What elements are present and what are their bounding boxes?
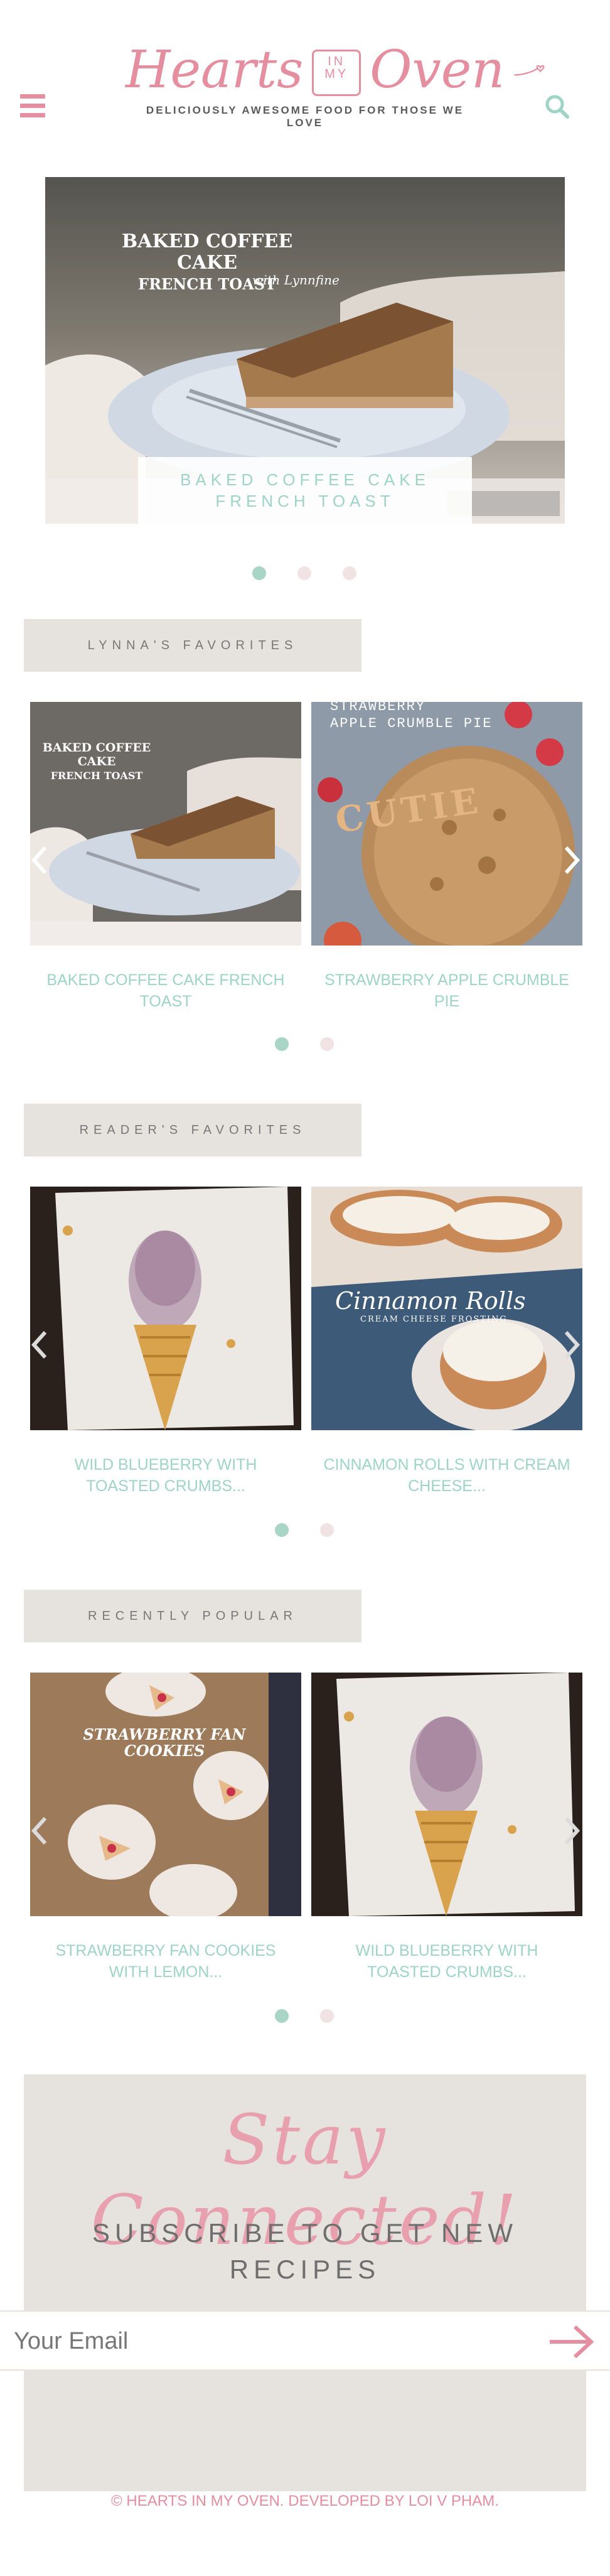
section-pagination	[275, 2009, 334, 2023]
recipe-card[interactable]: BAKED COFFEE CAKE FRENCH TOAST BAKED COF…	[30, 702, 301, 1012]
recipe-card-title[interactable]: BAKED COFFEE CAKE FRENCH TOAST	[30, 969, 301, 1012]
section-dot-2[interactable]	[320, 2009, 334, 2023]
recipe-card-image-text: STRAWBERRY APPLE CRUMBLE PIE	[330, 702, 492, 732]
hero-caption[interactable]: BAKED COFFEE CAKE FRENCH TOAST	[138, 457, 472, 524]
section-dot-1[interactable]	[275, 1523, 289, 1537]
chevron-left-icon[interactable]	[30, 841, 49, 879]
logo-tagline: DELICIOUSLY AWESOME FOOD FOR THOSE WE LO…	[146, 104, 464, 129]
section-pagination	[275, 1037, 334, 1051]
section-label-text: LYNNA'S FAVORITES	[87, 638, 298, 652]
recipe-card-image-text-line2: FRENCH TOAST	[50, 770, 143, 782]
recipe-card-image-text-line2: APPLE CRUMBLE PIE	[330, 716, 493, 731]
section-label-readers-favorites: READER'S FAVORITES	[24, 1104, 361, 1156]
recipe-card-image: Cinnamon Rolls CREAM CHEESE FROSTING	[311, 1187, 582, 1430]
arrow-right-icon[interactable]	[547, 2323, 596, 2361]
email-field[interactable]	[14, 2322, 528, 2361]
section-dot-1[interactable]	[275, 2009, 289, 2023]
chevron-right-icon[interactable]	[562, 1812, 581, 1850]
hero-caption-text: BAKED COFFEE CAKE FRENCH TOAST	[180, 470, 430, 510]
recipe-card-image-text: BAKED COFFEE CAKE FRENCH TOAST	[34, 741, 159, 783]
newsletter-subtitle: SUBSCRIBE TO GET NEW RECIPES	[92, 2218, 518, 2284]
recipe-card-title[interactable]: WILD BLUEBERRY WITH TOASTED CRUMBS...	[311, 1940, 582, 1983]
recipe-card-title[interactable]: WILD BLUEBERRY WITH TOASTED CRUMBS...	[30, 1454, 301, 1497]
chevron-right-icon[interactable]	[562, 841, 581, 879]
site-header: Hearts IN MY Oven DELICIOUSLY AWESOME FO…	[0, 0, 610, 157]
hero-image-signature: with Lynnfine	[252, 272, 340, 288]
section-dot-2[interactable]	[320, 1523, 334, 1537]
recipe-card-image-text-line1: STRAWBERRY FAN	[83, 1725, 246, 1743]
site-logo[interactable]: Hearts IN MY Oven DELICIOUSLY AWESOME FO…	[126, 39, 545, 129]
section-label-recently-popular: RECENTLY POPULAR	[24, 1590, 361, 1642]
search-icon[interactable]	[543, 93, 571, 121]
hero-slider[interactable]: BAKED COFFEE CAKE FRENCH TOAST with Lynn…	[45, 177, 565, 524]
recipe-card-title[interactable]: STRAWBERRY FAN COOKIES WITH LEMON...	[30, 1940, 301, 1983]
section-dot-1[interactable]	[275, 1037, 289, 1051]
section-label-lynnas-favorites: LYNNA'S FAVORITES	[24, 619, 361, 672]
hero-image-title-line1: BAKED COFFEE CAKE	[121, 230, 293, 274]
recipe-card-image-text-line1: STRAWBERRY	[330, 702, 426, 714]
logo-oven-box: IN MY	[312, 50, 361, 96]
footer-copyright: © HEARTS IN MY OVEN. DEVELOPED BY LOI V …	[111, 2492, 499, 2509]
logo-word-hearts: Hearts	[126, 40, 304, 100]
section-dot-2[interactable]	[320, 1037, 334, 1051]
hero-dot-1[interactable]	[252, 566, 266, 580]
logo-word-oven: Oven	[370, 40, 505, 100]
recipe-card-image: BAKED COFFEE CAKE FRENCH TOAST	[30, 702, 301, 946]
hero-dot-2[interactable]	[297, 566, 311, 580]
recipe-card-image-text-line1: BAKED COFFEE CAKE	[42, 741, 151, 768]
hero-pagination	[252, 566, 356, 580]
recipe-card-image-text-line1: Cinnamon Rolls	[335, 1287, 526, 1315]
recipe-card-image: STRAWBERRY FAN COOKIES	[30, 1673, 301, 1916]
recipe-card-image	[30, 1187, 301, 1430]
recipe-card[interactable]: WILD BLUEBERRY WITH TOASTED CRUMBS...	[30, 1187, 301, 1497]
recipe-card-title[interactable]: CINNAMON ROLLS WITH CREAM CHEESE...	[311, 1454, 582, 1497]
recipe-card-image-text-line2: CREAM CHEESE FROSTING	[360, 1315, 508, 1324]
recipe-card-image: CUTIE STRAWBERRY APPLE CRUMBLE PIE	[311, 702, 582, 946]
newsletter-form	[0, 2310, 610, 2371]
heart-icon	[514, 65, 545, 76]
recipe-card[interactable]: Cinnamon Rolls CREAM CHEESE FROSTING CIN…	[311, 1187, 582, 1497]
newsletter-panel: Stay Connected! SUBSCRIBE TO GET NEW REC…	[24, 2074, 586, 2491]
section-label-text: READER'S FAVORITES	[79, 1123, 306, 1137]
recipe-card[interactable]: WILD BLUEBERRY WITH TOASTED CRUMBS...	[311, 1673, 582, 1983]
recipe-card-image-text-line2: COOKIES	[124, 1742, 205, 1760]
chevron-right-icon[interactable]	[562, 1326, 581, 1364]
chevron-left-icon[interactable]	[30, 1812, 49, 1850]
hero-dot-3[interactable]	[343, 566, 356, 580]
recipe-card-image	[311, 1673, 582, 1916]
recipe-card[interactable]: STRAWBERRY FAN COOKIES STRAWBERRY FAN CO…	[30, 1673, 301, 1983]
section-label-text: RECENTLY POPULAR	[88, 1609, 297, 1623]
logo-wordmark: Hearts IN MY Oven	[126, 39, 546, 102]
recipe-card-image-text: Cinnamon Rolls CREAM CHEESE FROSTING	[335, 1287, 526, 1324]
recipe-card-title[interactable]: STRAWBERRY APPLE CRUMBLE PIE	[311, 969, 582, 1012]
section-pagination	[275, 1523, 334, 1537]
chevron-left-icon[interactable]	[30, 1326, 49, 1364]
hamburger-icon[interactable]	[20, 94, 46, 117]
recipe-card-image-text: STRAWBERRY FAN COOKIES	[70, 1727, 259, 1759]
recipe-card[interactable]: CUTIE STRAWBERRY APPLE CRUMBLE PIE STRAW…	[311, 702, 582, 1012]
